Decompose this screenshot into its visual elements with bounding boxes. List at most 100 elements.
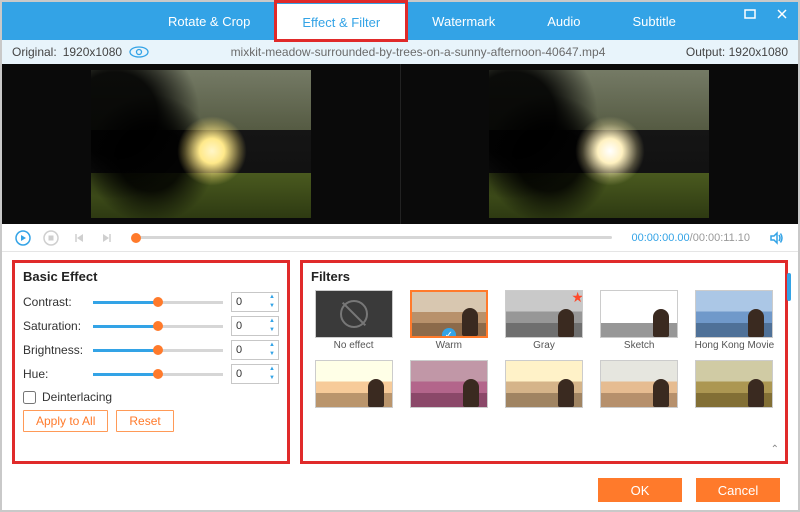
output-label: Output: <box>686 45 725 59</box>
minimize-button[interactable] <box>740 6 760 22</box>
next-frame-button[interactable] <box>98 229 116 247</box>
preview-original <box>2 64 400 224</box>
spin-down-icon[interactable]: ▼ <box>266 350 278 359</box>
brightness-label: Brightness: <box>23 343 93 357</box>
preview-output-frame <box>489 70 709 218</box>
window-buttons <box>740 6 792 22</box>
cancel-button[interactable]: Cancel <box>696 478 780 502</box>
filter-row2-4[interactable] <box>597 360 682 422</box>
filter-row2-5[interactable] <box>692 360 777 422</box>
deinterlacing-row: Deinterlacing <box>23 390 279 404</box>
slider-thumb[interactable] <box>153 297 163 307</box>
playback-controls: 00:00:00.00/00:00:11.10 <box>2 224 798 252</box>
filters-scrollbar[interactable] <box>787 273 791 301</box>
filter-row2-2[interactable] <box>406 360 491 422</box>
filter-label: No effect <box>334 340 374 352</box>
brightness-row: Brightness: ▲▼ <box>23 338 279 362</box>
filters-expand-icon[interactable]: ⌃ <box>771 444 779 455</box>
hue-slider[interactable] <box>93 373 223 376</box>
spin-up-icon[interactable]: ▲ <box>266 365 278 374</box>
editor-window: Rotate & Crop Effect & Filter Watermark … <box>0 0 800 512</box>
progress-thumb[interactable] <box>131 233 141 243</box>
spin-down-icon[interactable]: ▼ <box>266 302 278 311</box>
original-resolution: Original: 1920x1080 <box>12 45 150 59</box>
main-tabs: Rotate & Crop Effect & Filter Watermark … <box>142 2 702 40</box>
ok-button[interactable]: OK <box>598 478 682 502</box>
playback-progress[interactable] <box>136 236 612 239</box>
info-bar: Original: 1920x1080 mixkit-meadow-surrou… <box>2 40 798 64</box>
filter-row2-1[interactable] <box>311 360 396 422</box>
prev-frame-button[interactable] <box>70 229 88 247</box>
contrast-row: Contrast: ▲▼ <box>23 290 279 314</box>
original-value: 1920x1080 <box>63 45 122 59</box>
filter-label: Gray <box>533 340 555 352</box>
star-icon: ★ <box>571 290 583 306</box>
filter-label: Warm <box>436 340 462 352</box>
timecode: 00:00:00.00/00:00:11.10 <box>632 232 750 244</box>
filter-sketch[interactable]: Sketch <box>597 290 682 352</box>
apply-to-all-button[interactable]: Apply to All <box>23 410 108 432</box>
filter-hongkong[interactable]: Hong Kong Movie <box>692 290 777 352</box>
basic-effect-panel: Basic Effect Contrast: ▲▼ Saturation: ▲▼… <box>12 260 290 464</box>
output-resolution: Output: 1920x1080 <box>686 45 788 59</box>
filename-label: mixkit-meadow-surrounded-by-trees-on-a-s… <box>150 45 686 59</box>
brightness-slider[interactable] <box>93 349 223 352</box>
saturation-row: Saturation: ▲▼ <box>23 314 279 338</box>
preview-area <box>2 64 798 224</box>
no-effect-icon <box>340 300 368 328</box>
deinterlacing-checkbox[interactable] <box>23 391 36 404</box>
basic-button-row: Apply to All Reset <box>23 410 279 432</box>
slider-thumb[interactable] <box>153 369 163 379</box>
deinterlacing-label: Deinterlacing <box>42 390 112 404</box>
saturation-label: Saturation: <box>23 319 93 333</box>
filters-title: Filters <box>311 269 777 284</box>
stop-button[interactable] <box>42 229 60 247</box>
check-icon: ✓ <box>442 328 456 338</box>
filter-gray-thumb: ★ <box>505 290 583 338</box>
volume-button[interactable] <box>768 229 786 247</box>
filter-none-thumb <box>315 290 393 338</box>
slider-thumb[interactable] <box>153 321 163 331</box>
filters-panel: Filters No effect ✓ Warm ★ Gray Sketch <box>300 260 788 464</box>
filter-warm-thumb: ✓ <box>410 290 488 338</box>
filter-label: Hong Kong Movie <box>695 340 775 352</box>
spin-up-icon[interactable]: ▲ <box>266 293 278 302</box>
slider-thumb[interactable] <box>153 345 163 355</box>
time-current: 00:00:00.00 <box>632 232 690 244</box>
tab-subtitle[interactable]: Subtitle <box>607 2 702 40</box>
dialog-footer: OK Cancel <box>2 470 798 510</box>
eye-icon[interactable] <box>128 45 150 59</box>
tab-watermark[interactable]: Watermark <box>406 2 521 40</box>
filter-warm[interactable]: ✓ Warm <box>406 290 491 352</box>
close-button[interactable] <box>772 6 792 22</box>
contrast-slider[interactable] <box>93 301 223 304</box>
filter-thumb <box>410 360 488 408</box>
tab-audio[interactable]: Audio <box>521 2 606 40</box>
filter-thumb <box>505 360 583 408</box>
filter-gray[interactable]: ★ Gray <box>501 290 586 352</box>
filter-hk-thumb <box>695 290 773 338</box>
preview-output <box>400 64 799 224</box>
filter-thumb <box>600 360 678 408</box>
filters-grid: No effect ✓ Warm ★ Gray Sketch Hong Kong… <box>311 290 777 422</box>
spin-up-icon[interactable]: ▲ <box>266 341 278 350</box>
tab-effect-filter[interactable]: Effect & Filter <box>276 2 406 40</box>
filter-sketch-thumb <box>600 290 678 338</box>
basic-effect-title: Basic Effect <box>23 269 279 284</box>
play-button[interactable] <box>14 229 32 247</box>
preview-original-frame <box>91 70 311 218</box>
spin-up-icon[interactable]: ▲ <box>266 317 278 326</box>
spin-down-icon[interactable]: ▼ <box>266 326 278 335</box>
spin-down-icon[interactable]: ▼ <box>266 374 278 383</box>
filter-thumb <box>695 360 773 408</box>
top-tab-bar: Rotate & Crop Effect & Filter Watermark … <box>2 2 798 40</box>
hue-label: Hue: <box>23 367 93 381</box>
reset-button[interactable]: Reset <box>116 410 173 432</box>
filter-none[interactable]: No effect <box>311 290 396 352</box>
original-label: Original: <box>12 45 57 59</box>
tab-rotate-crop[interactable]: Rotate & Crop <box>142 2 276 40</box>
output-value: 1920x1080 <box>729 45 788 59</box>
saturation-slider[interactable] <box>93 325 223 328</box>
filter-row2-3[interactable] <box>501 360 586 422</box>
filter-thumb <box>315 360 393 408</box>
